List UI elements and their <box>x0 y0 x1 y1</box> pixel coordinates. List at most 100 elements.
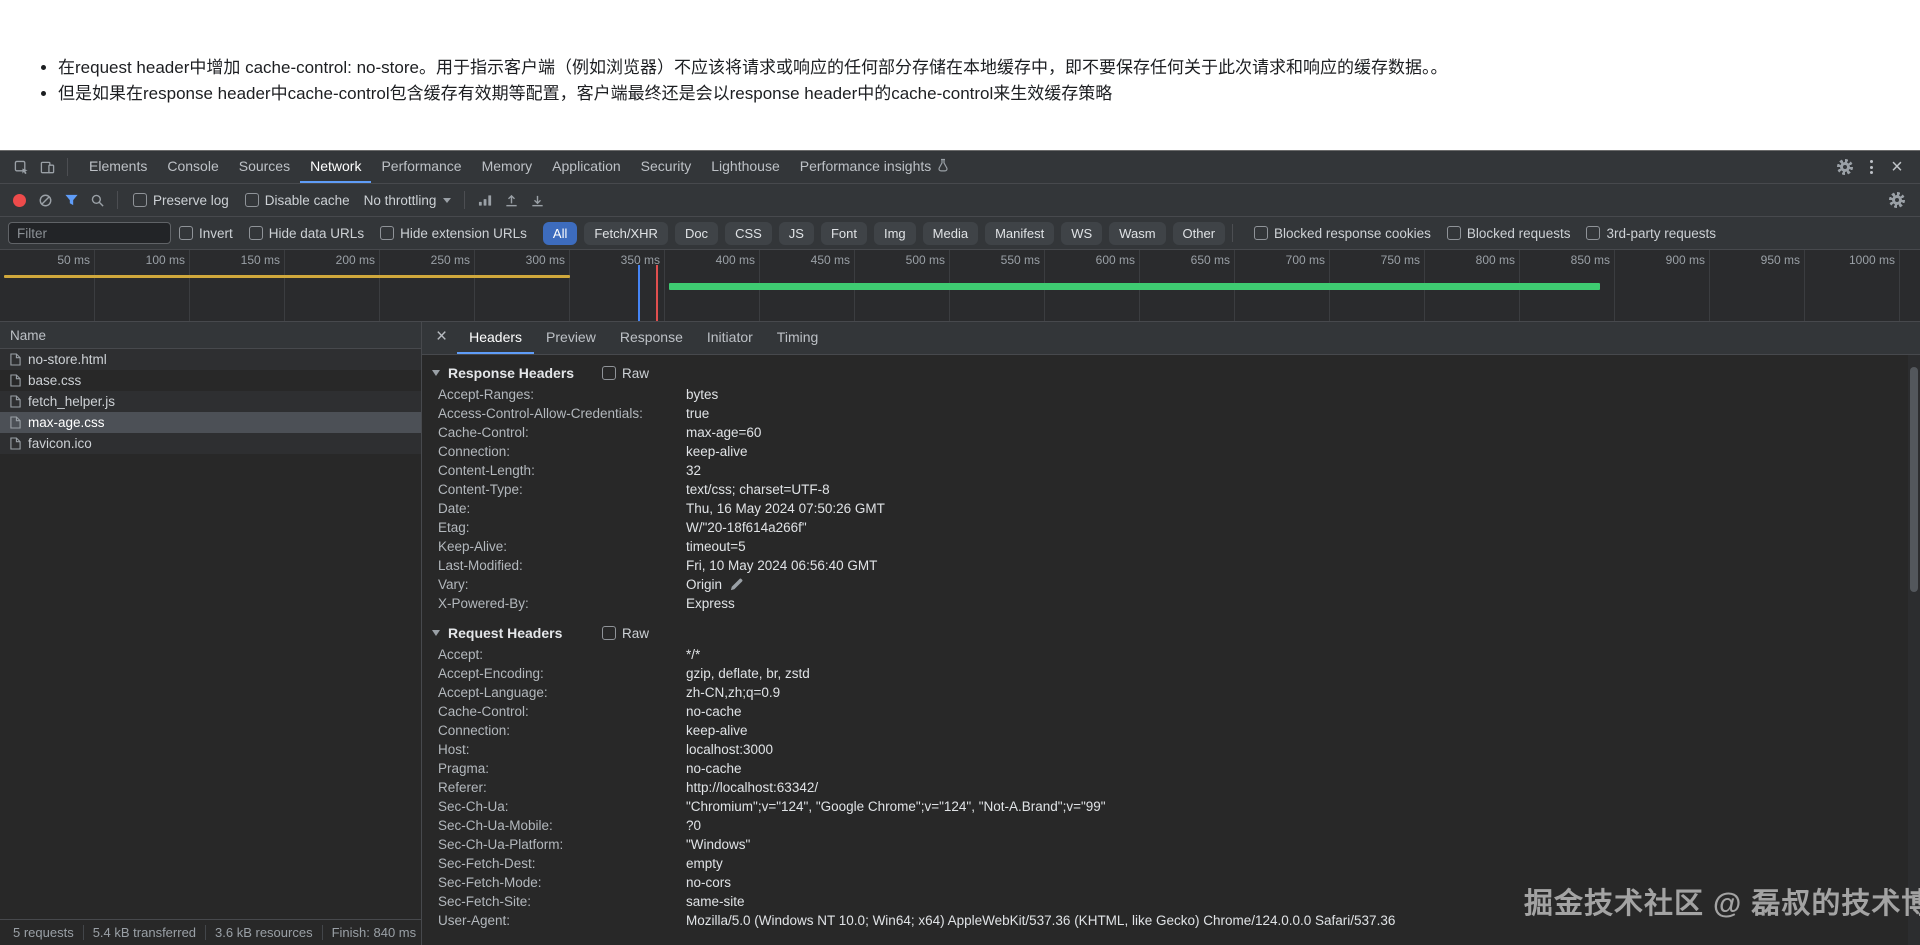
resource-type-filter[interactable]: WS <box>1061 222 1102 245</box>
name-column-header[interactable]: Name <box>0 322 421 349</box>
network-conditions-icon[interactable] <box>472 187 498 213</box>
devtools-tab[interactable]: Security <box>631 151 702 183</box>
tick-label: 50 ms <box>57 250 94 267</box>
summary-item: 5.4 kB transferred <box>84 925 206 940</box>
notes-section: 在request header中增加 cache-control: no-sto… <box>0 0 1920 150</box>
section-header[interactable]: Request Headers Raw <box>430 621 1904 645</box>
collapse-triangle-icon[interactable] <box>432 630 440 636</box>
tick-label: 600 ms <box>1096 250 1139 267</box>
section-header[interactable]: Response Headers Raw <box>430 361 1904 385</box>
resource-type-filter[interactable]: All <box>543 222 577 245</box>
summary-item: 3.6 kB resources <box>206 925 323 940</box>
header-value: no-cache <box>686 702 742 721</box>
devtools-tab[interactable]: Performance insights <box>790 151 960 183</box>
advanced-filter-checkbox[interactable] <box>1447 226 1461 240</box>
request-row[interactable]: max-age.css <box>0 412 421 433</box>
raw-checkbox[interactable] <box>602 366 616 380</box>
header-name: Pragma: <box>438 759 686 778</box>
advanced-filter-checkbox[interactable] <box>1254 226 1268 240</box>
devtools-window: Elements Console Sources Network <box>0 150 1920 945</box>
raw-toggle[interactable]: Raw <box>602 366 649 381</box>
header-value: "Chromium";v="124", "Google Chrome";v="1… <box>686 797 1106 816</box>
device-toolbar-icon[interactable] <box>34 154 60 180</box>
devtools-tab[interactable]: Application <box>542 151 631 183</box>
invert-toggle[interactable]: Invert <box>179 226 233 241</box>
advanced-filter-toggle[interactable]: Blocked requests <box>1447 226 1571 241</box>
settings-gear-icon[interactable] <box>1832 154 1858 180</box>
disable-cache-toggle[interactable]: Disable cache <box>245 193 350 208</box>
preserve-log-label: Preserve log <box>153 193 229 208</box>
advanced-filter-toggle[interactable]: 3rd-party requests <box>1586 226 1716 241</box>
detail-scrollbar[interactable] <box>1908 355 1920 945</box>
detail-tab[interactable]: Timing <box>765 322 831 354</box>
hide-data-urls-toggle[interactable]: Hide data URLs <box>249 226 364 241</box>
header-value: same-site <box>686 892 745 911</box>
header-row: Content-Length: 32 <box>430 461 1904 480</box>
close-detail-icon[interactable]: × <box>422 326 457 350</box>
more-options-icon[interactable] <box>1858 154 1884 180</box>
advanced-filter-checkbox[interactable] <box>1586 226 1600 240</box>
resource-type-filter[interactable]: Font <box>821 222 867 245</box>
resource-type-filter[interactable]: Doc <box>675 222 718 245</box>
collapse-triangle-icon[interactable] <box>432 370 440 376</box>
resource-type-filter[interactable]: Wasm <box>1109 222 1165 245</box>
filter-input[interactable] <box>8 222 171 244</box>
detail-tab[interactable]: Response <box>608 322 695 354</box>
detail-tab[interactable]: Initiator <box>695 322 765 354</box>
edit-header-icon[interactable] <box>730 578 743 591</box>
devtools-tab[interactable]: Elements <box>79 151 157 183</box>
hide-data-urls-checkbox[interactable] <box>249 226 263 240</box>
devtools-tab[interactable]: Sources <box>229 151 300 183</box>
disable-cache-checkbox[interactable] <box>245 193 259 207</box>
advanced-filter-toggle[interactable]: Blocked response cookies <box>1254 226 1431 241</box>
raw-toggle[interactable]: Raw <box>602 626 649 641</box>
tick-label: 650 ms <box>1191 250 1234 267</box>
advanced-filter-label: Blocked response cookies <box>1274 226 1431 241</box>
preserve-log-toggle[interactable]: Preserve log <box>133 193 229 208</box>
search-icon[interactable] <box>84 187 110 213</box>
header-name: Sec-Ch-Ua: <box>438 797 686 816</box>
devtools-tab[interactable]: Console <box>157 151 228 183</box>
request-row[interactable]: no-store.html <box>0 349 421 370</box>
detail-tab[interactable]: Headers <box>457 322 534 354</box>
request-row[interactable]: base.css <box>0 370 421 391</box>
summary-item: Finish: 840 ms <box>323 925 426 940</box>
devtools-tab[interactable]: Memory <box>472 151 543 183</box>
tab-label: Elements <box>89 158 147 174</box>
hide-extension-urls-toggle[interactable]: Hide extension URLs <box>380 226 527 241</box>
invert-checkbox[interactable] <box>179 226 193 240</box>
raw-checkbox[interactable] <box>602 626 616 640</box>
clear-network-log-icon[interactable] <box>32 187 58 213</box>
record-network-log-icon[interactable] <box>6 187 32 213</box>
resource-type-filter[interactable]: Manifest <box>985 222 1054 245</box>
detail-tab[interactable]: Preview <box>534 322 608 354</box>
hide-extension-urls-checkbox[interactable] <box>380 226 394 240</box>
resource-type-filter[interactable]: JS <box>779 222 814 245</box>
filter-funnel-icon[interactable] <box>58 187 84 213</box>
header-name: Cache-Control: <box>438 423 686 442</box>
resource-type-filter[interactable]: CSS <box>725 222 772 245</box>
network-settings-gear-icon[interactable] <box>1884 187 1910 213</box>
throttling-select[interactable]: No throttling <box>358 191 458 210</box>
header-name: Connection: <box>438 442 686 461</box>
timeline-overview[interactable]: 50 ms 100 ms 150 ms 200 ms 2 <box>0 250 1920 322</box>
resource-type-filter[interactable]: Media <box>923 222 978 245</box>
header-name: Content-Type: <box>438 480 686 499</box>
inspect-icon[interactable] <box>8 154 34 180</box>
resource-type-filter[interactable]: Fetch/XHR <box>584 222 668 245</box>
file-icon <box>10 437 21 450</box>
preserve-log-checkbox[interactable] <box>133 193 147 207</box>
header-name: Host: <box>438 740 686 759</box>
request-row[interactable]: favicon.ico <box>0 433 421 454</box>
resource-type-filter[interactable]: Img <box>874 222 916 245</box>
request-row[interactable]: fetch_helper.js <box>0 391 421 412</box>
export-har-icon[interactable] <box>524 187 550 213</box>
devtools-tab[interactable]: Lighthouse <box>701 151 790 183</box>
devtools-tab[interactable]: Network <box>300 151 371 183</box>
note-bullet: 在request header中增加 cache-control: no-sto… <box>58 56 1880 80</box>
devtools-tab[interactable]: Performance <box>371 151 471 183</box>
import-har-icon[interactable] <box>498 187 524 213</box>
scrollbar-thumb[interactable] <box>1910 367 1918 592</box>
resource-type-filter[interactable]: Other <box>1173 222 1226 245</box>
close-devtools-icon[interactable]: × <box>1884 154 1910 180</box>
